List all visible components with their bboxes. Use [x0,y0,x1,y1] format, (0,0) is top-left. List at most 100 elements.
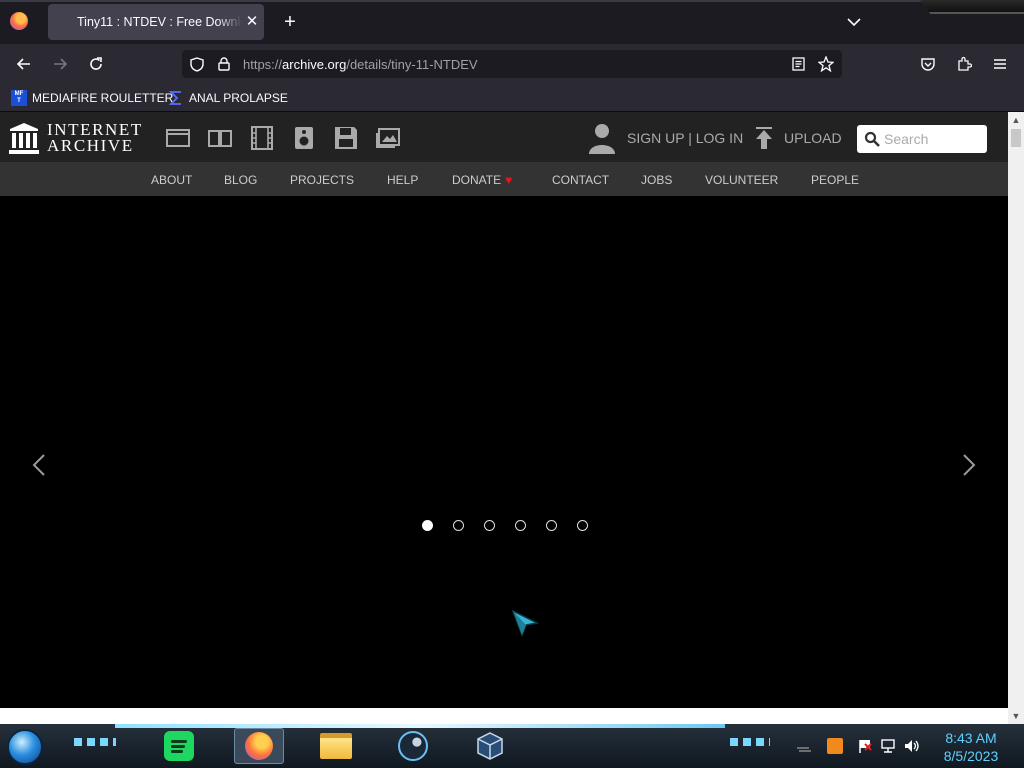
taskbar-decoration [730,738,770,746]
show-hidden-icons-icon[interactable] [795,738,811,754]
forward-button[interactable] [50,54,70,74]
taskbar-decoration [74,738,116,746]
ia-search-input[interactable]: Search [857,125,987,153]
nav-blog[interactable]: BLOG [224,173,257,187]
reload-button[interactable] [86,54,106,74]
system-clock[interactable]: 8:43 AM 8/5/2023 [936,729,1006,765]
carousel-dot[interactable] [515,520,526,531]
tracking-protection-shield-icon[interactable] [189,56,205,72]
search-icon [864,131,880,147]
url-text: https://archive.org/details/tiny-11-NTDE… [243,57,478,72]
chevron-left-icon [32,454,45,476]
app-menu-button[interactable] [990,54,1010,74]
nav-people[interactable]: PEOPLE [811,173,859,187]
address-bar[interactable]: https://archive.org/details/tiny-11-NTDE… [182,50,842,78]
texts-icon[interactable] [207,125,233,151]
carousel-prev-button[interactable] [29,450,49,480]
tab-close-icon[interactable]: ✕ [244,14,260,30]
network-icon[interactable] [880,738,896,754]
pocket-icon [921,58,935,71]
logo-text: INTERNET ARCHIVE [47,120,143,155]
firefox-icon [245,732,273,760]
bookmarks-toolbar: MF T MEDIAFIRE ROULETTER ANAL PROLAPSE [0,84,1024,112]
images-icon[interactable] [375,125,401,151]
ia-secondary-nav: ABOUT BLOG PROJECTS HELP DONATE ♥ CONTACT… [0,162,1008,196]
chevron-right-icon [963,454,976,476]
firefox-menu-icon[interactable] [10,12,28,30]
active-tab[interactable]: Tiny11 : NTDEV : Free Download ✕ [48,4,264,40]
window-skin-decoration [920,0,1024,14]
clock-time: 8:43 AM [945,730,997,746]
carousel-dot[interactable] [484,520,495,531]
pocket-button[interactable] [918,54,938,74]
browser-navigation-bar: https://archive.org/details/tiny-11-NTDE… [0,44,1024,84]
web-icon[interactable] [165,125,191,151]
start-button[interactable] [7,729,43,765]
page-scrollbar[interactable]: ▲ ▼ [1008,112,1024,724]
nav-about[interactable]: ABOUT [151,173,192,187]
ia-top-nav: INTERNET ARCHIVE SIGN UP | LOG IN UPLOAD… [0,112,1008,162]
web-page-content: INTERNET ARCHIVE SIGN UP | LOG IN UPLOAD… [0,112,1008,724]
scrollbar-thumb[interactable] [1011,129,1021,147]
tab-title: Tiny11 : NTDEV : Free Download [77,15,242,29]
nav-contact[interactable]: CONTACT [552,173,609,187]
bookmark-mediafire-rouletter[interactable]: MF T MEDIAFIRE ROULETTER [11,89,173,107]
bookmark-star-icon[interactable] [818,56,834,72]
list-all-tabs-button[interactable] [846,14,862,30]
nav-help[interactable]: HELP [387,173,418,187]
steam-icon[interactable] [395,728,431,764]
virtualbox-icon[interactable] [472,728,508,764]
software-icon[interactable] [333,125,359,151]
browser-tab-bar: Tiny11 : NTDEV : Free Download ✕ + [0,0,1024,44]
file-explorer-icon[interactable] [318,728,354,764]
page-bottom-strip [0,708,1008,724]
back-button[interactable] [14,54,34,74]
reader-view-icon[interactable] [790,56,806,72]
search-placeholder: Search [884,131,929,147]
volume-icon[interactable] [904,738,920,754]
arrow-right-icon [54,58,68,70]
reload-icon [90,57,102,70]
mouse-cursor-icon [511,609,539,637]
carousel-dot[interactable] [577,520,588,531]
internet-archive-logo[interactable]: INTERNET ARCHIVE [9,120,149,155]
archive-building-icon [9,123,39,154]
arrow-left-icon [16,58,30,70]
desktop-screen: Tiny11 : NTDEV : Free Download ✕ + https… [0,0,1024,768]
upload-icon[interactable] [754,127,774,151]
firefox-taskbar-button[interactable] [234,728,284,764]
bookmark-label: ANAL PROLAPSE [189,91,288,105]
scroll-down-icon[interactable]: ▼ [1011,711,1021,721]
window-top-border [0,0,1024,2]
bookmark-label: MEDIAFIRE ROULETTER [32,91,174,105]
carousel-next-button[interactable] [959,450,979,480]
nav-volunteer[interactable]: VOLUNTEER [705,173,778,187]
spotify-icon[interactable] [161,728,197,764]
scroll-up-icon[interactable]: ▲ [1011,115,1021,125]
video-icon[interactable] [249,125,275,151]
chevron-down-icon [847,18,861,27]
hamburger-menu-icon [994,59,1006,69]
new-tab-button[interactable]: + [280,12,300,32]
audio-icon[interactable] [291,125,317,151]
media-carousel [0,196,1008,724]
lock-icon[interactable] [216,56,232,72]
carousel-dot[interactable] [453,520,464,531]
sigma-icon [168,91,181,105]
nav-donate[interactable]: DONATE ♥ [452,173,512,187]
tray-flag-icon[interactable] [857,738,873,754]
signup-login-link[interactable]: SIGN UP | LOG IN [627,130,743,146]
tray-app-icon[interactable] [827,738,843,754]
bookmark-anal-prolapse[interactable]: ANAL PROLAPSE [168,89,288,107]
carousel-dot[interactable] [546,520,557,531]
upload-link[interactable]: UPLOAD [784,130,842,146]
puzzle-icon [958,56,972,71]
nav-jobs[interactable]: JOBS [641,173,672,187]
heart-icon: ♥ [505,173,513,187]
mft-icon: MF T [11,90,27,106]
clock-date: 8/5/2023 [943,748,999,764]
extensions-button[interactable] [954,54,974,74]
nav-projects[interactable]: PROJECTS [290,173,354,187]
carousel-dot[interactable] [422,520,433,531]
user-avatar-icon[interactable] [588,122,616,154]
